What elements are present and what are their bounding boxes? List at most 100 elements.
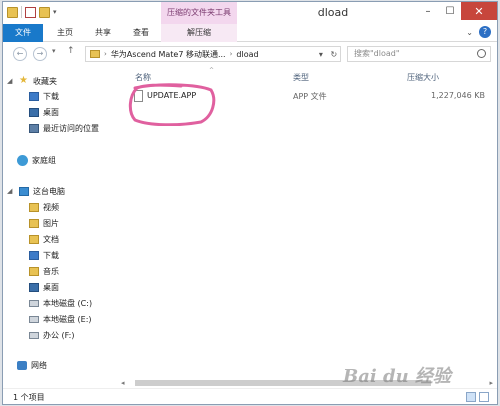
status-bar: 1 个项目 bbox=[3, 388, 497, 404]
ribbon-tabs: 文件 主页 共享 查看 解压缩 ⌄ ? bbox=[3, 24, 497, 42]
navigation-bar: ← → ▾ ↑ › 华为Ascend Mate7 移动联通... › dload… bbox=[3, 42, 497, 66]
column-header-type[interactable]: 类型 bbox=[293, 72, 309, 83]
file-name: UPDATE.APP bbox=[147, 91, 197, 100]
item-count: 1 个项目 bbox=[13, 393, 45, 402]
toolbar-separator bbox=[21, 6, 22, 18]
nav-item-downloads[interactable]: 下载 bbox=[29, 89, 59, 103]
scroll-left-arrow-icon[interactable]: ◂ bbox=[121, 379, 125, 387]
title-bar: ▾ 压缩的文件夹工具 dload – ☐ ✕ bbox=[3, 2, 497, 24]
ribbon-right: ⌄ ? bbox=[466, 26, 491, 38]
recent-places-icon bbox=[29, 123, 39, 133]
file-row[interactable]: UPDATE.APP APP 文件 1,227,046 KB bbox=[129, 88, 495, 104]
breadcrumb-separator-icon[interactable]: › bbox=[230, 50, 233, 58]
customize-toolbar-caret-icon[interactable]: ▾ bbox=[53, 8, 57, 16]
breadcrumb-item-current[interactable]: dload bbox=[236, 50, 258, 59]
nav-label: 图片 bbox=[43, 218, 59, 228]
horizontal-scrollbar[interactable]: ◂ ▸ bbox=[119, 378, 495, 388]
refresh-icon[interactable]: ↻ bbox=[330, 50, 337, 59]
star-icon: ★ bbox=[19, 75, 28, 86]
videos-folder-icon bbox=[29, 202, 39, 212]
nav-label: 办公 (F:) bbox=[43, 330, 75, 340]
collapse-chevron-icon[interactable]: ◢ bbox=[7, 77, 15, 85]
nav-label: 这台电脑 bbox=[33, 186, 65, 196]
properties-icon[interactable] bbox=[25, 6, 36, 18]
quick-access-toolbar: ▾ bbox=[7, 6, 57, 18]
search-input[interactable]: 搜索"dload" bbox=[347, 46, 491, 62]
nav-label: 网络 bbox=[31, 360, 47, 370]
large-icons-view-icon[interactable] bbox=[479, 392, 489, 402]
address-dropdown-icon[interactable]: ▾ bbox=[319, 50, 323, 59]
help-icon[interactable]: ? bbox=[479, 26, 491, 38]
nav-item-desktop[interactable]: 桌面 bbox=[29, 105, 59, 119]
tab-share[interactable]: 共享 bbox=[87, 24, 119, 42]
explorer-window: ▾ 压缩的文件夹工具 dload – ☐ ✕ 文件 主页 共享 查看 解压缩 ⌄… bbox=[2, 1, 498, 405]
drive-icon bbox=[29, 331, 39, 339]
nav-item-downloads-pc[interactable]: 下载 bbox=[29, 248, 59, 262]
nav-item-documents[interactable]: 文档 bbox=[29, 232, 59, 246]
nav-item-drive-e[interactable]: 本地磁盘 (E:) bbox=[29, 312, 92, 326]
scroll-thumb[interactable] bbox=[135, 380, 431, 386]
nav-item-pictures[interactable]: 图片 bbox=[29, 216, 59, 230]
nav-label: 本地磁盘 (E:) bbox=[43, 314, 92, 324]
nav-label: 文档 bbox=[43, 234, 59, 244]
minimize-button[interactable]: – bbox=[417, 2, 439, 20]
nav-label: 下载 bbox=[43, 91, 59, 101]
downloads-folder-icon bbox=[29, 91, 39, 101]
nav-label: 视频 bbox=[43, 202, 59, 212]
nav-network[interactable]: 网络 bbox=[17, 358, 47, 372]
nav-label: 家庭组 bbox=[32, 155, 56, 165]
nav-homegroup[interactable]: 家庭组 bbox=[17, 153, 56, 167]
folder-icon bbox=[90, 50, 100, 58]
folder-icon[interactable] bbox=[7, 6, 18, 18]
nav-item-music[interactable]: 音乐 bbox=[29, 264, 59, 278]
nav-item-drive-f[interactable]: 办公 (F:) bbox=[29, 328, 74, 342]
address-bar[interactable]: › 华为Ascend Mate7 移动联通... › dload bbox=[85, 46, 341, 62]
nav-label: 桌面 bbox=[43, 282, 59, 292]
nav-item-desktop-pc[interactable]: 桌面 bbox=[29, 280, 59, 294]
tab-home[interactable]: 主页 bbox=[49, 24, 81, 42]
nav-item-videos[interactable]: 视频 bbox=[29, 200, 59, 214]
tab-view[interactable]: 查看 bbox=[125, 24, 157, 42]
back-button[interactable]: ← bbox=[13, 47, 27, 61]
computer-icon bbox=[19, 186, 29, 196]
nav-item-drive-c[interactable]: 本地磁盘 (C:) bbox=[29, 296, 92, 310]
nav-label: 桌面 bbox=[43, 107, 59, 117]
desktop-icon bbox=[29, 282, 39, 292]
recent-locations-caret-icon[interactable]: ▾ bbox=[52, 47, 56, 55]
up-arrow-icon[interactable]: ↑ bbox=[67, 46, 75, 56]
new-folder-icon[interactable] bbox=[39, 6, 50, 18]
column-header-size[interactable]: 压缩大小 bbox=[407, 72, 439, 83]
breadcrumb-item[interactable]: 华为Ascend Mate7 移动联通... bbox=[111, 49, 226, 60]
tab-extract[interactable]: 解压缩 bbox=[161, 24, 237, 42]
close-button[interactable]: ✕ bbox=[461, 2, 497, 20]
nav-item-recent[interactable]: 最近访问的位置 bbox=[29, 121, 99, 135]
forward-button[interactable]: → bbox=[33, 47, 47, 61]
nav-this-pc[interactable]: ◢ 这台电脑 bbox=[7, 184, 65, 198]
documents-folder-icon bbox=[29, 234, 39, 244]
details-view-icon[interactable] bbox=[466, 392, 476, 402]
nav-label: 最近访问的位置 bbox=[43, 123, 99, 133]
tab-file[interactable]: 文件 bbox=[3, 24, 43, 42]
expand-ribbon-chevron-icon[interactable]: ⌄ bbox=[466, 28, 473, 37]
maximize-button[interactable]: ☐ bbox=[439, 2, 461, 20]
nav-label: 本地磁盘 (C:) bbox=[43, 298, 93, 308]
view-switcher bbox=[466, 392, 489, 402]
search-icon bbox=[477, 49, 486, 58]
search-placeholder: 搜索"dload" bbox=[354, 49, 400, 58]
scroll-right-arrow-icon[interactable]: ▸ bbox=[489, 379, 493, 387]
nav-label: 收藏夹 bbox=[33, 76, 57, 86]
address-bar-controls: ▾ ↻ bbox=[315, 46, 341, 62]
window-title: dload bbox=[317, 6, 349, 19]
collapse-chevron-icon[interactable]: ◢ bbox=[7, 187, 15, 195]
column-header-name[interactable]: 名称 bbox=[135, 72, 151, 83]
window-controls: – ☐ ✕ bbox=[417, 2, 497, 20]
pictures-folder-icon bbox=[29, 218, 39, 228]
breadcrumb-separator-icon[interactable]: › bbox=[104, 50, 107, 58]
file-type: APP 文件 bbox=[293, 92, 327, 101]
nav-label: 音乐 bbox=[43, 266, 59, 276]
file-icon bbox=[134, 90, 143, 102]
drive-icon bbox=[29, 315, 39, 323]
nav-favorites[interactable]: ◢ ★ 收藏夹 bbox=[7, 74, 57, 88]
context-tab-group-title: 压缩的文件夹工具 bbox=[161, 2, 237, 24]
file-list-pane: ^ 名称 类型 压缩大小 UPDATE.APP APP 文件 1,227,046… bbox=[117, 66, 497, 384]
